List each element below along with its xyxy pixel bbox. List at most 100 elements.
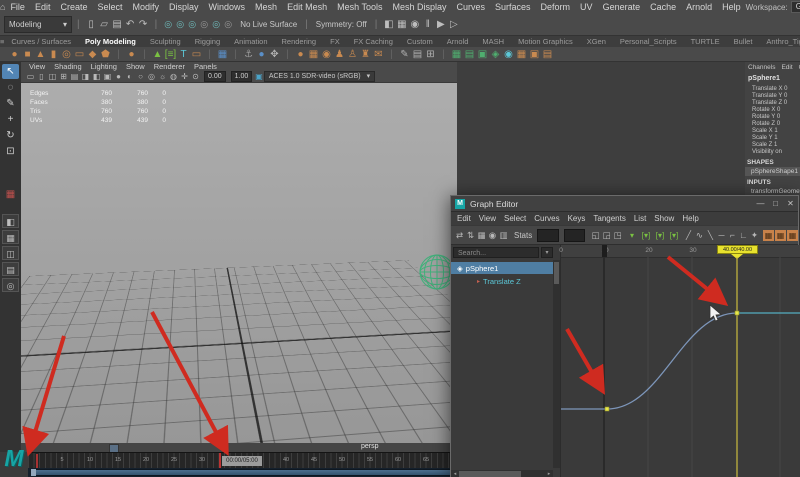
ge-tangent-bracket-icon[interactable]: [▾] [667,231,681,240]
menu-item[interactable]: Edit Mesh [282,2,332,12]
shelf-tool-icon[interactable]: [≡] [164,48,177,61]
graph-editor-menu-item[interactable]: Edit [457,214,471,223]
shelf-tool-icon[interactable]: ● [255,48,268,61]
channel-box-node-name[interactable]: pSphere1 [745,73,800,86]
shelf-tab[interactable]: Poly Modeling [78,37,143,46]
tool-icon[interactable]: ↻ [2,128,19,143]
graph-editor-menu-item[interactable]: List [634,214,646,223]
snap-icon[interactable]: ◎ [210,19,222,30]
shelf-tab[interactable]: MASH [475,37,511,46]
menu-item[interactable]: File [5,2,30,12]
graph-editor-titlebar[interactable]: M Graph Editor — □ ✕ [451,196,798,212]
shelf-tool-icon[interactable]: | [281,48,294,61]
shelf-tab[interactable]: Arnold [440,37,476,46]
menu-item[interactable]: Create [55,2,92,12]
ge-toolbar-icon[interactable]: ▥ [498,230,509,241]
node-expand-icon[interactable]: ◈ [457,264,463,273]
search-input[interactable]: Search... [453,247,539,258]
menu-item[interactable]: Modify [128,2,165,12]
channel-attribute-row[interactable]: Scale Z 1 [745,142,800,149]
ge-frame-icon[interactable]: ◲ [601,230,612,241]
maximize-button[interactable]: □ [768,199,783,208]
colorspace-dropdown[interactable]: ACES 1.0 SDR-video (sRGB) ▾ [263,71,376,82]
channel-attribute-row[interactable]: Scale X 1 [745,128,800,135]
menu-set-dropdown[interactable]: Modeling ▾ [4,16,72,33]
shelf-tab[interactable]: FX Caching [347,37,400,46]
shelf-tool-icon[interactable]: ✉ [372,48,385,61]
menu-item[interactable]: Surfaces [490,2,536,12]
viewport-toggle-icon[interactable]: ◨ [80,72,91,81]
shelf-tool-icon[interactable]: ♙ [346,48,359,61]
shelf-tool-icon[interactable]: ◆ [86,48,99,61]
panel-menu-item[interactable]: Shading [54,62,82,71]
menu-item[interactable]: UV [575,2,598,12]
layout-button[interactable]: ◎ [2,278,19,292]
exposure-field[interactable]: 0.00 [204,71,226,82]
channel-attribute-row[interactable]: Visibility on [745,149,800,156]
shelf-tab[interactable]: TURTLE [684,37,727,46]
channel-attribute-row[interactable]: Translate Y 0 [745,93,800,100]
ge-buffer-icon[interactable]: ▦ [786,229,798,241]
shelf-tool-icon[interactable]: ◈ [489,48,502,61]
shelf-tool-icon[interactable]: ◉ [320,48,333,61]
snap-icon[interactable]: ◎ [174,19,186,30]
shelf-tool-icon[interactable]: ⚓ [242,48,255,61]
live-surface-label[interactable]: No Live Surface [237,20,300,29]
viewport-toggle-icon[interactable]: ▣ [102,72,113,81]
ge-tangent-type-icon[interactable]: ─ [716,230,727,240]
menu-item[interactable]: Edit [30,2,56,12]
shelf-tool-icon[interactable]: ▣ [528,48,541,61]
shelf-tool-icon[interactable]: | [138,48,151,61]
close-button[interactable]: ✕ [783,199,798,208]
render-button-icon[interactable]: ▷ [447,19,460,30]
graph-editor-curve-area[interactable]: 0102030 40.00/40.00 [559,245,800,477]
viewport-toggle-icon[interactable]: ⊙ [190,72,201,81]
snap-icon[interactable]: ◎ [222,19,234,30]
channel-box-menu-item[interactable]: Channels [748,64,775,71]
viewport-toggle-icon[interactable]: ◍ [168,72,179,81]
ge-tangent-type-icon[interactable]: ∿ [694,230,705,241]
ge-tangent-bracket-icon[interactable]: ▾ [625,231,639,240]
graph-editor-menu-item[interactable]: Tangents [593,214,625,223]
shelf-tab[interactable]: Animation [227,37,274,46]
shelf-tab[interactable]: Rigging [188,37,227,46]
ge-tangent-bracket-icon[interactable]: [▾] [639,231,653,240]
outliner-horizontal-scrollbar[interactable]: ◂ ▸ [451,470,553,477]
shelf-tool-icon[interactable]: ● [294,48,307,61]
shelf-tool-icon[interactable]: ▤ [541,48,554,61]
tool-icon[interactable]: ✎ [2,96,19,111]
shelf-tab[interactable]: Custom [400,37,440,46]
file-button-icon[interactable]: ↷ [137,19,150,30]
shape-node-item[interactable]: pSphereShape1 [745,167,800,176]
shelf-tab[interactable]: Personal_Scripts [613,37,684,46]
render-button-icon[interactable]: ▶ [434,19,447,30]
render-button-icon[interactable]: ◉ [408,19,421,30]
ge-tangent-type-icon[interactable]: ∟ [738,230,749,240]
last-tool-icon[interactable]: ▦ [2,187,19,202]
channel-attribute-row[interactable]: Scale Y 1 [745,135,800,142]
ge-tangent-type-icon[interactable]: ╲ [705,230,716,241]
current-time-display[interactable]: 00:00/05:00 [222,456,262,466]
snap-icon[interactable]: ◎ [162,19,174,30]
panel-menu-item[interactable]: Lighting [91,62,117,71]
graph-editor-menu-item[interactable]: Help [682,214,698,223]
keyframe[interactable] [604,406,610,412]
ge-tangent-bracket-icon[interactable]: [▾] [653,231,667,240]
viewport-toggle-icon[interactable]: ⊞ [58,72,69,81]
menu-item[interactable]: Deform [536,2,576,12]
layout-button[interactable]: ◫ [2,246,19,260]
graph-editor-menu-item[interactable]: Curves [534,214,559,223]
timeline-playhead[interactable] [219,453,221,469]
shelf-tab[interactable]: Curves / Surfaces [4,37,78,46]
channel-attribute-row[interactable]: Rotate Z 0 [745,121,800,128]
shelf-tool-icon[interactable]: ▦ [307,48,320,61]
stats-value-field[interactable] [563,228,585,242]
render-button-icon[interactable]: ◧ [382,19,395,30]
shelf-tool-icon[interactable]: ◎ [60,48,73,61]
menu-item[interactable]: Windows [204,2,251,12]
channel-attribute-row[interactable]: Rotate X 0 [745,107,800,114]
shelf-tab[interactable]: Anthro_Tiger [759,37,800,46]
menu-item[interactable]: Mesh Tools [332,2,387,12]
shelf-tool-icon[interactable]: ⬟ [99,48,112,61]
shelf-tab[interactable]: Rendering [275,37,324,46]
